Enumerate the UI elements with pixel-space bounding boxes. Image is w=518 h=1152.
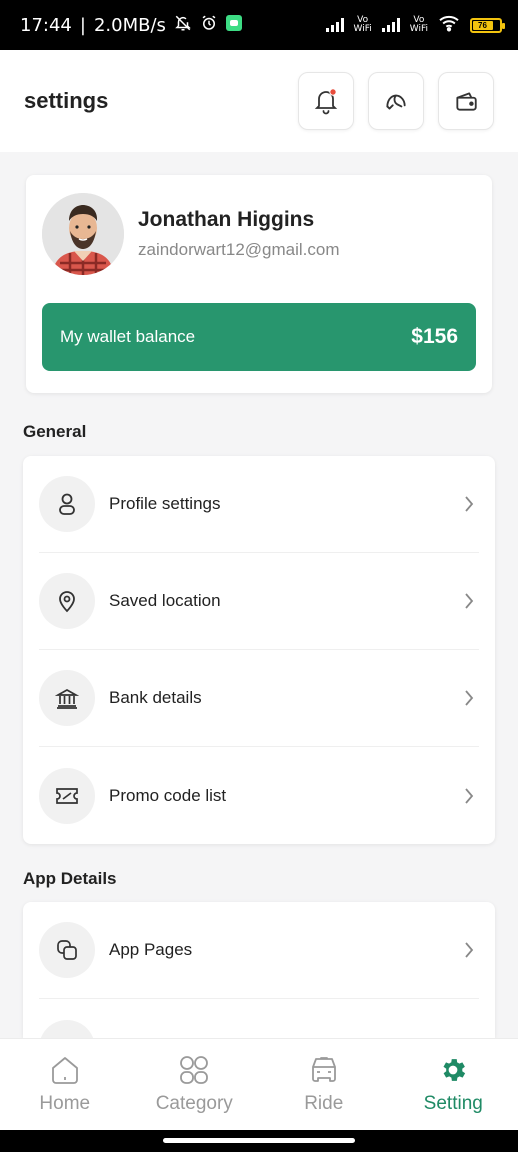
wallet-balance-banner[interactable]: My wallet balance $156 [42,303,476,371]
car-icon [311,1056,336,1082]
signal-icon [381,18,400,32]
status-time: 17:44 [20,14,72,36]
app-header: settings [0,50,518,152]
mute-icon [174,14,192,37]
battery-icon: 76 [470,17,505,33]
chevron-right-icon [459,495,479,513]
alarm-icon [200,14,218,37]
pages-icon [39,922,95,978]
app-details-list: App Pages [23,902,495,1038]
nav-setting[interactable]: Setting [389,1039,518,1130]
chevron-right-icon [459,592,479,610]
bank-icon [39,670,95,726]
list-item-label: Bank details [109,688,202,707]
list-item-icon [39,1019,95,1038]
nav-label: Home [39,1092,91,1114]
nav-label: Category [155,1092,233,1114]
chevron-right-icon [459,787,479,805]
chevron-right-icon [459,689,479,707]
list-item-profile-settings[interactable]: Profile settings [39,456,479,553]
status-speed: 2.0MB/s [93,14,166,36]
list-item-app-pages[interactable]: App Pages [39,902,479,999]
vowifi-label: Vo WiFi [409,15,428,34]
list-item-label: Saved location [109,591,221,610]
list-item-label: Promo code list [109,785,227,805]
vowifi-label: Vo WiFi [353,15,372,34]
general-list: Profile settings Saved location Bank det… [23,456,495,844]
bottom-navigation: Home Category Ride Setting [0,1038,518,1130]
list-item-saved-location[interactable]: Saved location [39,553,479,650]
home-indicator[interactable] [163,1138,355,1143]
wifi-icon [438,14,460,37]
list-item-label: App Pages [109,940,193,959]
location-pin-icon [39,573,95,629]
nav-label: Ride [304,1092,344,1114]
page-title: settings [24,88,109,113]
user-icon [39,476,95,532]
profile-card[interactable]: Jonathan Higgins zaindorwart12@gmail.com… [26,175,492,393]
list-item-label: Profile settings [109,494,221,513]
section-title-app-details: App Details [23,869,117,888]
nav-label: Setting [423,1092,483,1114]
category-icon [180,1055,209,1084]
signal-icon [325,18,344,32]
nav-home[interactable]: Home [0,1039,130,1130]
home-icon [51,1056,78,1084]
profile-name: Jonathan Higgins [138,208,315,231]
app-notification-icon [225,14,242,36]
section-title-general: General [23,422,87,441]
profile-email: zaindorwart12@gmail.com [138,240,340,259]
bell-icon [314,88,338,115]
wallet-label: My wallet balance [60,327,196,346]
list-item-promo-code-list[interactable]: Promo code list [39,747,479,844]
wallet-icon [456,92,477,111]
list-item-bank-details[interactable]: Bank details [39,650,479,747]
chat-headset-icon [386,94,406,110]
status-bar: 17:44 | 2.0MB/s Vo WiFi Vo WiFi 76 [0,0,518,50]
gear-icon [443,1058,466,1081]
wallet-button[interactable] [438,72,494,130]
notification-button[interactable] [298,72,354,130]
nav-ride[interactable]: Ride [259,1039,389,1130]
ticket-icon [39,767,95,824]
chevron-right-icon [459,941,479,959]
wallet-amount: $156 [411,325,458,348]
gesture-bar [0,1130,518,1152]
avatar [42,193,124,275]
nav-category[interactable]: Category [130,1039,260,1130]
support-button[interactable] [368,72,424,130]
list-item-partial[interactable] [39,999,479,1038]
